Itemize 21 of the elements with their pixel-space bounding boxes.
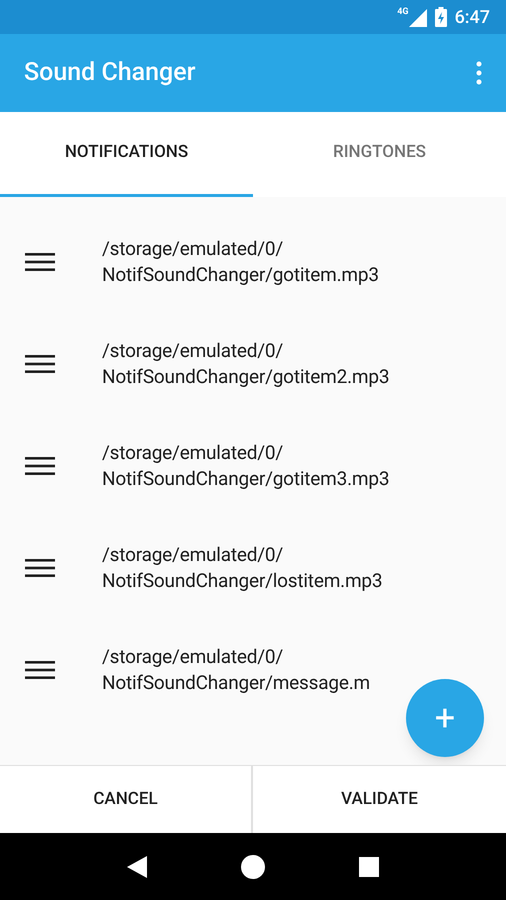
file-path: /storage/emulated/0/ NotifSoundChanger/lostitem.mp3 xyxy=(102,542,382,594)
drag-handle-icon[interactable] xyxy=(25,456,55,476)
file-path: /storage/emulated/0/ NotifSoundChanger/gotitem3.mp3 xyxy=(102,440,390,492)
battery-icon xyxy=(434,7,447,27)
app-title: Sound Changer xyxy=(24,57,196,90)
more-options-icon[interactable] xyxy=(476,61,482,85)
recents-icon[interactable] xyxy=(359,856,379,876)
signal-icon xyxy=(408,8,427,26)
home-icon[interactable] xyxy=(241,854,265,878)
tab[interactable]: RINGTONES xyxy=(253,112,506,197)
drag-handle-icon[interactable] xyxy=(25,252,55,272)
file-path: /storage/emulated/0/ NotifSoundChanger/gotitem.mp3 xyxy=(102,236,379,288)
file-path: /storage/emulated/0/ NotifSoundChanger/message.m xyxy=(102,644,370,696)
file-path: /storage/emulated/0/ NotifSoundChanger/gotitem2.mp3 xyxy=(102,338,390,390)
drag-handle-icon[interactable] xyxy=(25,660,55,680)
drag-handle-icon[interactable] xyxy=(25,558,55,578)
drag-handle-icon[interactable] xyxy=(25,354,55,374)
tab[interactable]: NOTIFICATIONS xyxy=(0,112,253,197)
back-icon[interactable] xyxy=(127,856,147,878)
network-label: 4G xyxy=(397,8,409,16)
clock-text: 6:47 xyxy=(454,6,490,30)
